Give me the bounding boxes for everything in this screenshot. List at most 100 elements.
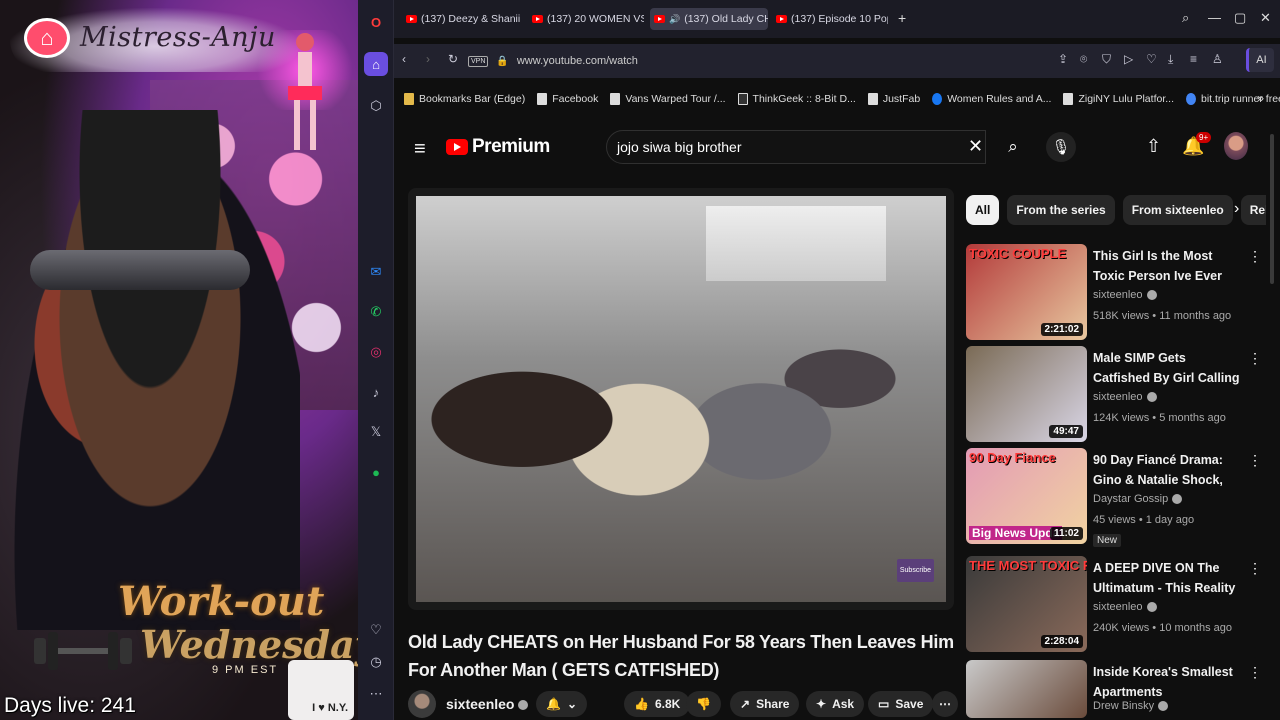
save-button[interactable]: ▭ Save xyxy=(868,691,934,717)
recommendation-channel[interactable]: sixteenleo xyxy=(1093,391,1157,403)
video-thumbnail[interactable]: TOXIC COUPLE 2:21:02 xyxy=(966,244,1087,340)
search-icon[interactable]: ⌕ xyxy=(998,134,1028,160)
bookmarks-overflow-icon[interactable]: » xyxy=(1257,91,1264,105)
share-button[interactable]: ↗ Share xyxy=(730,691,800,717)
hamburger-menu-icon[interactable]: ≡ xyxy=(414,138,426,161)
recommendation-title[interactable]: Inside Korea's Smallest Apartments xyxy=(1093,662,1243,702)
video-player[interactable]: Subscribe xyxy=(408,188,954,610)
dislike-button[interactable]: 👎 xyxy=(686,691,721,717)
bookmark-heart-icon[interactable]: ♡ xyxy=(1146,52,1157,66)
whatsapp-icon[interactable]: ✆ xyxy=(364,300,388,324)
video-thumbnail[interactable]: 49:47 xyxy=(966,346,1087,442)
more-vertical-icon[interactable]: ⋮ xyxy=(1248,664,1262,681)
close-window-button[interactable]: ✕ xyxy=(1260,10,1271,26)
recommendation-item[interactable]: TOXIC COUPLE 2:21:02 This Girl Is the Most… xyxy=(966,244,1266,342)
upload-icon[interactable]: ⇧ xyxy=(1146,136,1161,157)
recommendation-channel[interactable]: sixteenleo xyxy=(1093,601,1157,613)
url-text[interactable]: www.youtube.com/watch xyxy=(517,55,638,67)
back-arrow-icon[interactable]: ‹ xyxy=(402,52,406,66)
chevron-right-icon[interactable]: › xyxy=(1234,200,1239,218)
page-icon xyxy=(867,93,878,105)
channel-avatar[interactable] xyxy=(408,690,436,718)
more-actions-button[interactable]: ⋯ xyxy=(932,691,958,717)
video-thumbnail[interactable]: THE MOST TOXIC REALITY SHOW EVER? 2:28:04 xyxy=(966,556,1087,652)
youtube-premium-logo[interactable]: Premium xyxy=(446,136,550,158)
x-twitter-icon[interactable]: 𝕏 xyxy=(364,420,388,444)
maximize-button[interactable]: ▢ xyxy=(1234,10,1246,26)
streamer-webcam xyxy=(0,110,300,630)
chip-from-series[interactable]: From the series xyxy=(1007,195,1115,225)
chip-related[interactable]: Rela xyxy=(1240,195,1266,225)
recommendation-item[interactable]: Inside Korea's Smallest Apartments Drew B… xyxy=(966,660,1266,718)
ask-button[interactable]: ✦ Ask xyxy=(806,691,865,717)
player-icon[interactable]: ▷ xyxy=(1124,52,1133,66)
subscribe-watermark[interactable]: Subscribe xyxy=(896,559,934,582)
subscribed-bell-button[interactable]: 🔔 ⌄ xyxy=(536,691,588,717)
recommendation-title[interactable]: A DEEP DIVE ON The Ultimatum - This Real… xyxy=(1093,558,1243,598)
aria-ai-button[interactable]: AI xyxy=(1246,48,1274,72)
bookmark-item[interactable]: Facebook xyxy=(537,93,598,105)
easy-setup-icon[interactable]: ≡ xyxy=(1190,52,1197,66)
more-vertical-icon[interactable]: ⋮ xyxy=(1248,452,1262,469)
bookmark-item[interactable]: Bookmarks Bar (Edge) xyxy=(404,93,525,105)
tab-episode-10[interactable]: (137) Episode 10 Pop the xyxy=(772,8,888,30)
forward-arrow-icon[interactable]: › xyxy=(426,52,430,66)
chip-all[interactable]: All xyxy=(966,195,1000,225)
bookmark-item[interactable]: bit.trip runner free... xyxy=(1186,93,1280,105)
url-field[interactable]: VPN 🔒 www.youtube.com/watch xyxy=(468,49,1058,73)
like-button[interactable]: 👍 6.8K xyxy=(624,691,691,717)
chip-from-channel[interactable]: From sixteenleo xyxy=(1122,195,1233,225)
ask-label: Ask xyxy=(832,697,855,711)
bookmark-item[interactable]: JustFab xyxy=(867,93,920,105)
more-vertical-icon[interactable]: ⋮ xyxy=(1248,560,1262,577)
opera-logo-icon[interactable]: O xyxy=(364,10,388,34)
new-tab-button[interactable]: + xyxy=(898,11,912,25)
video-frame[interactable]: Subscribe xyxy=(416,196,946,602)
spotify-icon[interactable]: ● xyxy=(364,460,388,484)
bookmark-item[interactable]: Vans Warped Tour /... xyxy=(610,93,726,105)
instagram-icon[interactable]: ◎ xyxy=(364,340,388,364)
tab-20-women[interactable]: (137) 20 WOMEN VS GLO xyxy=(528,8,644,30)
clear-search-icon[interactable]: ✕ xyxy=(968,136,983,157)
verified-icon xyxy=(1158,701,1169,712)
profile-icon[interactable]: ♙ xyxy=(1212,52,1223,66)
recommendation-channel[interactable]: Daystar Gossip xyxy=(1093,493,1183,505)
shield-icon[interactable]: ⛉ xyxy=(1102,52,1111,67)
channel-name[interactable]: sixteenleo xyxy=(446,696,529,712)
more-vertical-icon[interactable]: ⋮ xyxy=(1248,248,1262,265)
recommendation-item[interactable]: 90 Day Fiance Big News Upda 11:02 90 Day Fi… xyxy=(966,448,1266,547)
recommendation-title[interactable]: This Girl Is the Most Toxic Person Ive E… xyxy=(1093,246,1243,286)
browser-search-icon[interactable]: ⌕ xyxy=(1182,10,1189,26)
recommendation-channel[interactable]: sixteenleo xyxy=(1093,289,1157,301)
microphone-icon[interactable]: 🎙 xyxy=(1046,132,1076,162)
reload-icon[interactable]: ↻ xyxy=(448,52,458,66)
recommendation-item[interactable]: 49:47 Male SIMP Gets Catfished By Girl Ca… xyxy=(966,346,1266,444)
favorites-heart-icon[interactable]: ♡ xyxy=(364,618,388,642)
bookmark-item[interactable]: ThinkGeek :: 8-Bit D... xyxy=(737,93,856,105)
messenger-icon[interactable]: ✉ xyxy=(364,260,388,284)
bookmark-item[interactable]: ZigiNY Lulu Platfor... xyxy=(1063,93,1174,105)
history-clock-icon[interactable]: ◷ xyxy=(364,650,388,674)
recommendation-title[interactable]: Male SIMP Gets Catfished By Girl Calling… xyxy=(1093,348,1243,388)
pinboard-icon[interactable]: ⬡ xyxy=(364,94,388,118)
share-page-icon[interactable]: ⇪ xyxy=(1058,52,1068,66)
bookmark-item[interactable]: Women Rules and A... xyxy=(932,93,1051,105)
download-icon[interactable]: ⤓ xyxy=(1168,52,1173,67)
tab-old-lady-active[interactable]: 🔊 (137) Old Lady CHEAT xyxy=(650,8,768,30)
recommendation-title[interactable]: 90 Day Fiancé Drama: Gino & Natalie Shoc… xyxy=(1093,450,1243,490)
search-input[interactable]: jojo siwa big brother xyxy=(606,130,986,164)
video-thumbnail[interactable] xyxy=(966,660,1087,718)
recommendation-item[interactable]: THE MOST TOXIC REALITY SHOW EVER? 2:28:04… xyxy=(966,556,1266,654)
scrollbar[interactable] xyxy=(1270,134,1274,284)
recommendation-channel[interactable]: Drew Binsky xyxy=(1093,700,1169,712)
home-icon[interactable]: ⌂ xyxy=(364,52,388,76)
more-options-icon[interactable]: ⋯ xyxy=(364,682,388,706)
vpn-badge[interactable]: VPN xyxy=(468,55,489,67)
camera-icon[interactable]: ⌾ xyxy=(1080,52,1087,67)
video-thumbnail[interactable]: 90 Day Fiance Big News Upda 11:02 xyxy=(966,448,1087,544)
tiktok-icon[interactable]: ♪ xyxy=(364,380,388,404)
minimize-button[interactable]: — xyxy=(1208,10,1221,25)
user-avatar[interactable] xyxy=(1224,132,1248,160)
tab-deezy[interactable]: (137) Deezy & ShaniiRose xyxy=(402,8,520,30)
more-vertical-icon[interactable]: ⋮ xyxy=(1248,350,1262,367)
